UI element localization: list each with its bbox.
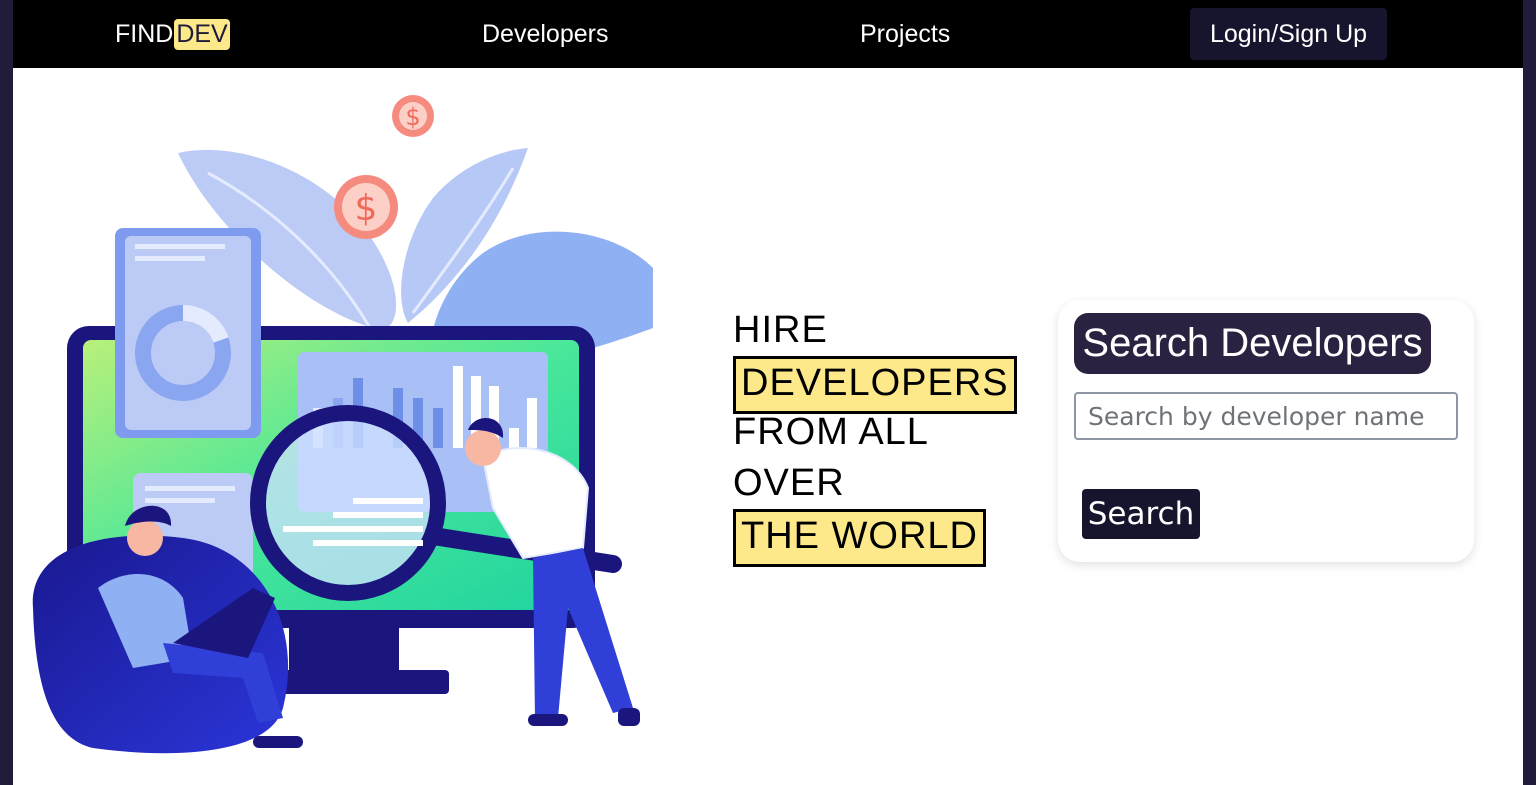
donut-chart-card: [115, 228, 261, 438]
nav-link-developers[interactable]: Developers: [482, 18, 608, 50]
search-card-title: Search Developers: [1074, 313, 1431, 374]
hero-line-from-all: FROM ALL: [733, 411, 929, 453]
hero-heading: HIRE DEVELOPERS FROM ALL OVER THE WORLD: [733, 305, 1017, 567]
search-input[interactable]: [1074, 392, 1458, 440]
nav-link-projects[interactable]: Projects: [860, 18, 950, 50]
svg-text:$: $: [355, 188, 378, 229]
search-card: Search Developers Search: [1058, 300, 1474, 562]
app-frame: FIND DEV Developers Projects Login/Sign U…: [13, 0, 1523, 785]
logo[interactable]: FIND DEV: [115, 17, 230, 51]
coin-icon: $ $: [334, 95, 434, 239]
search-button[interactable]: Search: [1082, 489, 1200, 539]
hero-highlight-developers: DEVELOPERS: [733, 356, 1017, 414]
login-signup-button[interactable]: Login/Sign Up: [1190, 8, 1387, 60]
navbar: FIND DEV Developers Projects Login/Sign U…: [13, 0, 1523, 68]
logo-find: FIND: [115, 19, 174, 48]
hero-highlight-the-world: THE WORLD: [733, 509, 986, 567]
hero-line-hire: HIRE: [733, 309, 828, 351]
hero-line-over: OVER: [733, 462, 845, 504]
svg-text:$: $: [405, 103, 420, 131]
logo-dev-highlight: DEV: [174, 18, 230, 50]
hero-illustration: $ $: [32, 95, 653, 754]
